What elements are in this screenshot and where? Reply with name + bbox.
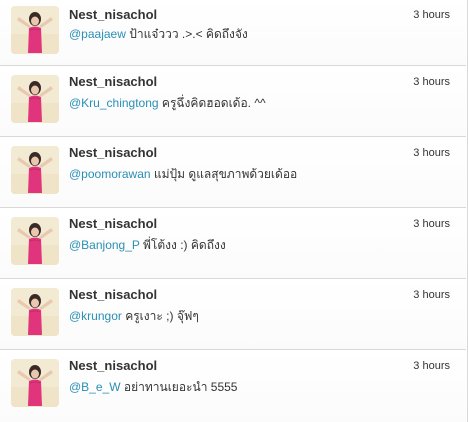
tweet-timestamp[interactable]: 3 hours	[413, 360, 450, 372]
avatar[interactable]	[11, 6, 59, 54]
tweet-message: ครูเงาะ ;) จุ๊ฟๆ	[121, 309, 199, 323]
tweet-timestamp[interactable]: 3 hours	[413, 76, 450, 88]
avatar[interactable]	[11, 146, 59, 194]
tweet-message: อย่าทานเยอะนำ 5555	[120, 380, 238, 394]
tweet-timestamp[interactable]: 3 hours	[413, 289, 450, 301]
tweet-message: พี่โต้งง :) คิดถึงง	[139, 238, 226, 252]
tweet-item[interactable]: Nest_nisachol 3 hours @paajaew ป้าแจ๋ววว…	[0, 0, 466, 66]
avatar[interactable]	[11, 75, 59, 123]
username[interactable]: Nest_nisachol	[69, 287, 157, 302]
mention-link[interactable]: @Kru_chingtong	[69, 96, 159, 110]
tweet-timestamp[interactable]: 3 hours	[413, 9, 450, 21]
mention-link[interactable]: @Banjong_P	[69, 238, 140, 252]
tweet-text: @Kru_chingtong ครูฉึ่งคิดฮอดเด้อ. ^^	[69, 94, 266, 113]
tweet-item[interactable]: Nest_nisachol 3 hours @krungor ครูเงาะ ;…	[0, 280, 466, 350]
avatar[interactable]	[11, 359, 59, 407]
username[interactable]: Nest_nisachol	[69, 358, 157, 373]
tweet-text: @krungor ครูเงาะ ;) จุ๊ฟๆ	[69, 307, 199, 326]
tweet-item[interactable]: Nest_nisachol 3 hours @B_e_W อย่าทานเยอะ…	[0, 351, 466, 422]
tweet-text: @paajaew ป้าแจ๋ววว .>.< คิดถึงจัง	[69, 25, 248, 44]
tweet-item[interactable]: Nest_nisachol 3 hours @Banjong_P พี่โต้ง…	[0, 209, 466, 279]
mention-link[interactable]: @B_e_W	[69, 380, 121, 394]
tweet-message: ป้าแจ๋ววว .>.< คิดถึงจัง	[125, 27, 248, 41]
username[interactable]: Nest_nisachol	[69, 145, 157, 160]
avatar[interactable]	[11, 288, 59, 336]
tweet-message: แม่ปุ้ม ดูแลสุขภาพด้วยเด้ออ	[150, 167, 298, 181]
username[interactable]: Nest_nisachol	[69, 7, 157, 22]
tweet-timestamp[interactable]: 3 hours	[413, 147, 450, 159]
tweet-text: @B_e_W อย่าทานเยอะนำ 5555	[69, 378, 237, 397]
tweet-timestamp[interactable]: 3 hours	[413, 218, 450, 230]
tweet-text: @poomorawan แม่ปุ้ม ดูแลสุขภาพด้วยเด้ออ	[69, 165, 297, 184]
username[interactable]: Nest_nisachol	[69, 216, 157, 231]
mention-link[interactable]: @paajaew	[69, 27, 126, 41]
tweet-message: ครูฉึ่งคิดฮอดเด้อ. ^^	[158, 96, 266, 110]
tweet-text: @Banjong_P พี่โต้งง :) คิดถึงง	[69, 236, 226, 255]
tweet-timeline: Nest_nisachol 3 hours @paajaew ป้าแจ๋ววว…	[0, 0, 468, 422]
tweet-item[interactable]: Nest_nisachol 3 hours @poomorawan แม่ปุ้…	[0, 138, 466, 208]
username[interactable]: Nest_nisachol	[69, 74, 157, 89]
avatar[interactable]	[11, 217, 59, 265]
mention-link[interactable]: @poomorawan	[69, 167, 151, 181]
tweet-item[interactable]: Nest_nisachol 3 hours @Kru_chingtong ครู…	[0, 67, 466, 137]
mention-link[interactable]: @krungor	[69, 309, 122, 323]
